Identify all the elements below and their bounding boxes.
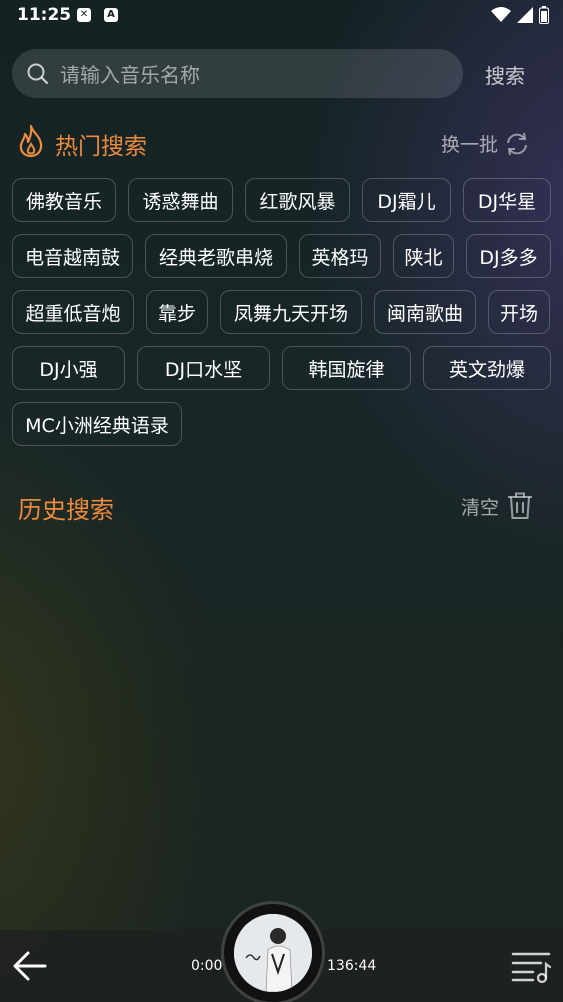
album-art [234, 914, 312, 992]
shield-x-icon: ✕ [77, 8, 91, 22]
search-bar [12, 49, 463, 100]
hot-tag[interactable]: DJ小强 [12, 346, 125, 390]
history-title: 历史搜索 [18, 496, 114, 524]
hot-tag[interactable]: 超重低音炮 [12, 290, 134, 334]
hot-tag[interactable]: 佛教音乐 [12, 178, 116, 222]
hot-tag[interactable]: 闽南歌曲 [374, 290, 476, 334]
fire-icon [19, 124, 43, 158]
hot-tag[interactable]: DJ口水坚 [137, 346, 270, 390]
tag-row: 电音越南鼓 经典老歌串烧 英格玛 陕北 DJ多多 [12, 234, 557, 278]
clear-history-button[interactable]: 清空 [461, 492, 533, 520]
search-input[interactable] [58, 49, 452, 100]
signal-icon [517, 7, 533, 23]
wifi-icon [491, 7, 511, 22]
search-icon [27, 63, 49, 85]
playlist-icon[interactable] [511, 950, 551, 984]
hot-tag[interactable]: DJ华星 [463, 178, 551, 222]
status-time: 11:25 [17, 5, 72, 25]
tag-row: MC小洲经典语录 [12, 402, 557, 446]
status-bar: 11:25 ✕ A [0, 0, 563, 32]
hot-tag[interactable]: MC小洲经典语录 [12, 402, 182, 446]
refresh-button[interactable]: 换一批 [441, 130, 530, 157]
album-cover [234, 914, 312, 992]
tag-row: DJ小强 DJ口水坚 韩国旋律 英文劲爆 [12, 346, 557, 390]
hot-tag[interactable]: 经典老歌串烧 [145, 234, 287, 278]
hot-tag[interactable]: 英文劲爆 [423, 346, 551, 390]
tag-row: 超重低音炮 靠步 凤舞九天开场 闽南歌曲 开场 [12, 290, 557, 334]
hot-tag[interactable]: 凤舞九天开场 [220, 290, 362, 334]
album-disc[interactable] [224, 904, 322, 1002]
back-arrow-icon[interactable] [12, 949, 48, 983]
hot-tag[interactable]: DJ霜儿 [362, 178, 451, 222]
hot-search-title: 热门搜索 [55, 134, 147, 160]
refresh-icon [507, 132, 528, 155]
tag-row: 佛教音乐 诱惑舞曲 红歌风暴 DJ霜儿 DJ华星 [12, 178, 557, 222]
hot-tag[interactable]: 陕北 [393, 234, 454, 278]
hot-tag[interactable]: 开场 [488, 290, 550, 334]
hot-tag[interactable]: 诱惑舞曲 [128, 178, 233, 222]
hot-tag[interactable]: 英格玛 [299, 234, 381, 278]
hot-tag[interactable]: 红歌风暴 [245, 178, 350, 222]
trash-icon [508, 492, 533, 519]
clear-label: 清空 [461, 496, 500, 519]
hot-tags: 佛教音乐 诱惑舞曲 红歌风暴 DJ霜儿 DJ华星 电音越南鼓 经典老歌串烧 英格… [12, 178, 557, 458]
battery-icon [539, 6, 549, 24]
current-time: 0:00 [191, 958, 223, 974]
hot-tag[interactable]: 电音越南鼓 [12, 234, 133, 278]
hot-tag[interactable]: DJ多多 [466, 234, 551, 278]
total-time: 136:44 [327, 958, 377, 974]
refresh-label: 换一批 [441, 134, 499, 156]
hot-tag[interactable]: 靠步 [146, 290, 208, 334]
hot-tag[interactable]: 韩国旋律 [282, 346, 411, 390]
a-icon: A [104, 8, 118, 22]
search-button[interactable]: 搜索 [485, 60, 525, 89]
